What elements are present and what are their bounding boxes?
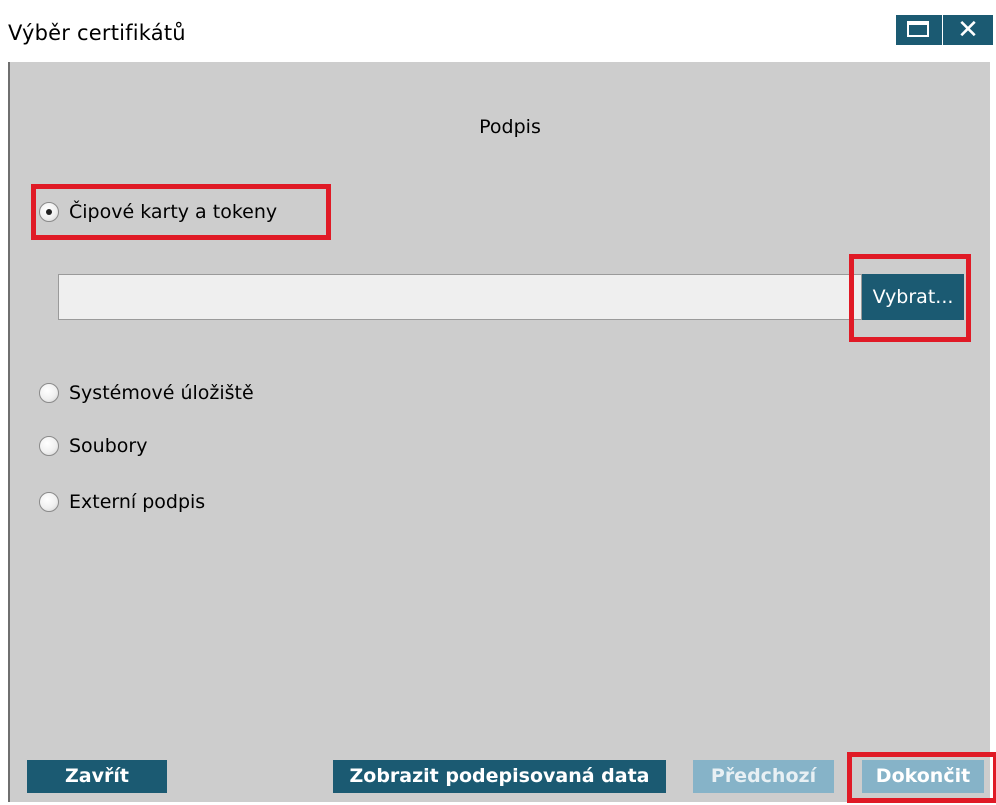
window-title: Výběr certifikátů <box>8 21 186 45</box>
highlight-box <box>31 184 331 240</box>
close-icon: ✕ <box>957 15 979 45</box>
certificate-selection-dialog: Výběr certifikátů ✕ Podpis Čipové karty … <box>0 0 996 805</box>
maximize-button[interactable] <box>896 15 942 45</box>
option-label: Externí podpis <box>69 491 206 513</box>
option-system-store[interactable]: Systémové úložiště <box>39 377 254 409</box>
option-files[interactable]: Soubory <box>39 430 147 462</box>
radio-button[interactable] <box>39 383 59 403</box>
chip-selection-field[interactable] <box>58 274 862 320</box>
option-external-signature[interactable]: Externí podpis <box>39 486 205 518</box>
option-label: Soubory <box>69 435 148 457</box>
radio-button[interactable] <box>39 492 59 512</box>
show-signed-data-button[interactable]: Zobrazit podepisovaná data <box>333 760 666 793</box>
section-heading: Podpis <box>479 116 541 138</box>
radio-button[interactable] <box>39 436 59 456</box>
dialog-body: Podpis Čipové karty a tokeny Vybrat... S… <box>8 62 996 803</box>
close-window-button[interactable]: ✕ <box>943 15 993 45</box>
highlight-box <box>847 752 996 803</box>
highlight-box <box>849 254 971 342</box>
maximize-icon <box>907 21 929 37</box>
option-label: Systémové úložiště <box>69 382 254 404</box>
title-bar: Výběr certifikátů ✕ <box>0 0 996 62</box>
close-button[interactable]: Zavřít <box>27 760 167 793</box>
previous-button[interactable]: Předchozí <box>693 760 834 793</box>
